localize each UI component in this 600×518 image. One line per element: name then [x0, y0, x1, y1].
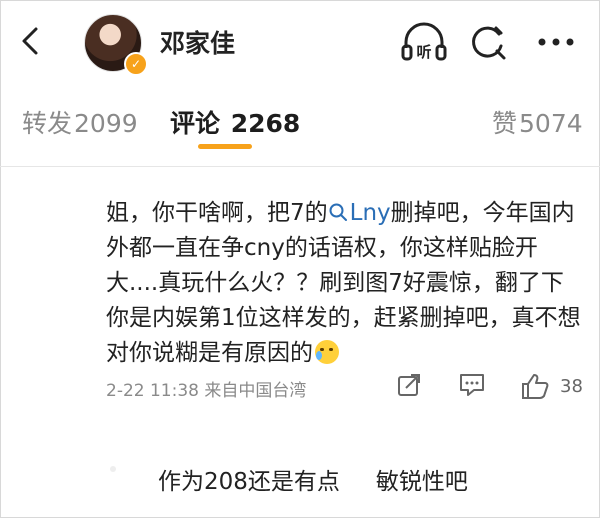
tab-bar: 转发2099 评论 2268 赞5074 — [0, 96, 600, 156]
comment-meta: 2-22 11:38 来自中国台湾 — [106, 376, 306, 401]
back-arrow-icon[interactable] — [18, 26, 44, 56]
listen-label: 听 — [416, 43, 431, 61]
comment-source: 来自中国台湾 — [204, 381, 307, 401]
search-topic-link[interactable]: Lny — [328, 200, 391, 226]
search-refresh-icon[interactable] — [468, 22, 508, 62]
tab-reposts[interactable]: 转发2099 — [22, 104, 138, 140]
verified-badge-icon: ✓ — [124, 52, 148, 76]
next-comment-part-a: 作为208还是有点 — [158, 469, 340, 495]
tab-count: 5074 — [519, 109, 583, 138]
link-text: Lny — [349, 200, 391, 226]
divider — [0, 166, 600, 167]
like-thumb-icon[interactable] — [520, 372, 550, 400]
like-count: 38 — [560, 376, 583, 397]
tab-label: 赞 — [492, 109, 518, 138]
tab-label: 评论 — [170, 109, 221, 138]
tab-likes[interactable]: 赞5074 — [492, 104, 583, 140]
more-dots-icon[interactable] — [532, 24, 580, 60]
top-bar: ✓ 邓家佳 听 — [0, 0, 600, 82]
comment-time: 2-22 11:38 — [106, 381, 199, 401]
comment-text: 姐，你干啥啊，把7的 Lny删掉吧，今年国内外都一直在争cny的话语权，你这样贴脸… — [106, 196, 586, 371]
username[interactable]: 邓家佳 — [160, 24, 235, 60]
tab-count: 2099 — [74, 109, 138, 138]
next-comment-part-b: 敏锐性吧 — [375, 469, 468, 495]
tab-comments[interactable]: 评论 2268 — [170, 104, 300, 140]
tab-label: 转发 — [22, 109, 73, 138]
faint-mark — [110, 466, 116, 472]
share-icon[interactable] — [396, 372, 422, 398]
crying-face-emoji — [315, 340, 339, 364]
next-comment-text: 作为208还是有点 敏锐性吧 — [158, 462, 468, 496]
headphones-listen-icon[interactable]: 听 — [400, 22, 448, 62]
comment-text-part1: 姐，你干啥啊，把7的 — [106, 200, 328, 226]
search-icon — [329, 203, 347, 221]
active-tab-indicator — [198, 144, 252, 149]
tab-count: 2268 — [230, 109, 301, 138]
comment-icon[interactable] — [458, 372, 486, 398]
